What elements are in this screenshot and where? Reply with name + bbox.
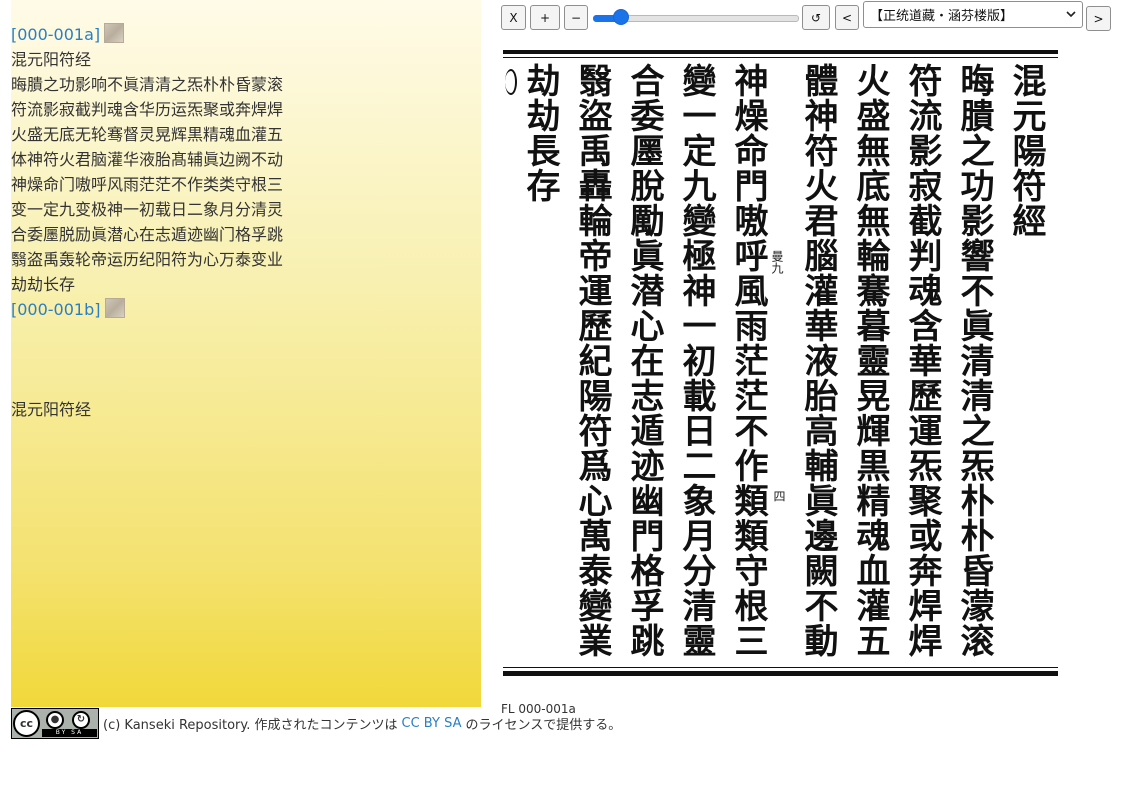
cc-by-sa-badge[interactable]: cc ● ↻ BY SA <box>11 707 99 739</box>
cc-badge-label: BY SA <box>42 728 97 737</box>
scan-column: 晦膭之功影響不眞清清之炁朴朴昏濛滚 <box>954 63 994 658</box>
text-line: 合委㕓脱励眞潜心在志遁迹幽门格孚跳 <box>11 225 284 244</box>
page-link-000-001a[interactable]: [000-001a] <box>11 25 100 44</box>
scan-column: 合委㕓脫勵眞潜心在志遁迹幽門格孚跳 <box>624 63 664 658</box>
scan-column: 變一定九變極神一初載日二象月分清靈 <box>676 63 716 658</box>
copyright-text: (c) Kanseki Repository. 作成されたコンテンツは <box>103 717 398 733</box>
page-thumbnail-icon[interactable] <box>104 298 125 318</box>
bottom-border-rule <box>503 671 1058 676</box>
rotate-icon: ↺ <box>810 10 822 25</box>
next-text-title: 混元阳符经 <box>11 400 92 419</box>
attribution-icon: ● <box>46 710 64 729</box>
scan-column: 混元陽符經 <box>1006 63 1046 238</box>
edition-select-value: 【正统道藏・涵芬楼版】 <box>870 9 1014 24</box>
top-border-rule <box>503 50 1058 54</box>
bottom-border-rule-thin <box>503 667 1058 668</box>
zoom-slider-handle[interactable] <box>614 10 628 24</box>
page-marker-b: [000-001b] <box>11 297 481 322</box>
previous-page-button[interactable]: < <box>835 5 859 30</box>
license-footer: cc ● ↻ BY SA (c) Kanseki Repository. 作成さ… <box>11 707 621 739</box>
folio-note: 曼九 <box>770 250 784 274</box>
rotate-reset-button[interactable]: ↺ <box>802 5 830 30</box>
zoom-in-button[interactable]: + <box>530 5 560 30</box>
license-suffix-text: のライセンスで提供する。 <box>465 717 622 733</box>
next-page-button[interactable]: > <box>1086 6 1111 31</box>
folio-number: 四 <box>772 490 786 502</box>
text-line: 火盛无底无轮骞督灵晃辉黒精魂血灌五 <box>11 125 284 144</box>
text-line: 符流影寂截判魂含华历运炁聚或奔焊焊 <box>11 100 284 119</box>
page-thumbnail-icon[interactable] <box>104 23 125 43</box>
zoom-slider[interactable] <box>593 4 799 30</box>
text-line: 翳盗禹轰轮帝运历纪阳符为心万泰变业 <box>11 250 284 269</box>
scan-column: 符流影寂截判魂含華歷運炁聚或奔焊焊 <box>902 63 942 658</box>
text-line: 晦膭之功影响不眞清清之炁朴朴昏蒙滚 <box>11 75 284 94</box>
page-marker-a: [000-001a] <box>11 22 481 47</box>
scan-column: 火盛無底無輪騫暮靈晃輝黒精魂血灌五 <box>850 63 890 658</box>
text-line: 变一定九变极神一初载日二象月分清灵 <box>11 200 284 219</box>
scan-column: 神燥命門嗷呼風雨茫茫不作類類守根三 <box>728 63 768 658</box>
text-line: 劫劫长存 <box>11 275 76 294</box>
scan-column: 劫劫長存 <box>520 63 560 203</box>
close-viewer-button[interactable]: X <box>501 5 526 30</box>
text-panel: [000-001a] 混元阳符经 晦膭之功影响不眞清清之炁朴朴昏蒙滚 符流影寂截… <box>11 0 481 707</box>
scan-column: 體神符火君腦灌華液胎高輔眞邊闕不動 <box>798 63 838 658</box>
edition-select[interactable]: 【正统道藏・涵芬楼版】 <box>863 1 1083 28</box>
text-line: 体神符火君脑灌华液胎髙辅眞边阙不动 <box>11 150 284 169</box>
scanned-page-image[interactable]: 混元陽符經 晦膭之功影響不眞清清之炁朴朴昏濛滚 符流影寂截判魂含華歷運炁聚或奔焊… <box>501 45 1060 685</box>
scan-column: 翳盜禹轟輪帝運歷紀陽符爲心萬泰變業 <box>572 63 612 658</box>
chevron-down-icon <box>1066 11 1076 18</box>
zoom-out-button[interactable]: − <box>564 5 588 30</box>
license-link[interactable]: CC BY SA <box>402 716 462 731</box>
page-link-000-001b[interactable]: [000-001b] <box>11 300 101 319</box>
top-border-rule-thin <box>503 57 1058 58</box>
text-line: 神燥命门嗷呼风雨茫茫不作类类守根三 <box>11 175 284 194</box>
text-title: 混元阳符经 <box>11 50 92 69</box>
share-alike-icon: ↻ <box>72 710 90 729</box>
cc-logo-icon: cc <box>13 709 40 737</box>
